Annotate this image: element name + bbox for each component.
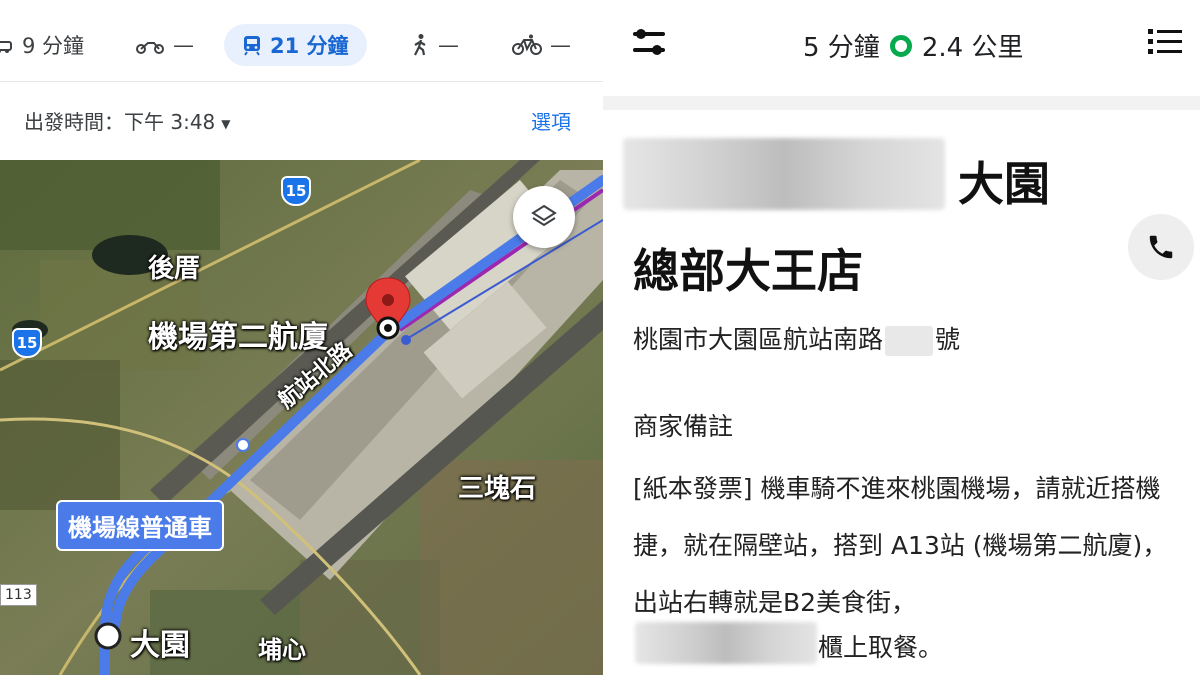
mode-walking[interactable]: — <box>410 24 459 66</box>
motorcycle-icon <box>136 42 164 54</box>
trip-duration: 5 分鐘 <box>803 33 880 63</box>
bicycle-icon <box>512 34 542 55</box>
address-prefix: 桃園市大園區航站南路 <box>633 325 884 354</box>
mode-motorcycle-time: — <box>173 33 194 57</box>
map-view[interactable]: 15 15 後厝 機場第二航廈 航站北路 三塊石 大園 埔心 機場線普通車 11… <box>0 160 603 675</box>
redacted-store-name <box>623 138 945 210</box>
shield-number: 15 <box>16 334 38 352</box>
highway-15-shield: 15 <box>281 176 311 206</box>
filter-sliders-icon[interactable] <box>631 26 667 58</box>
mode-driving-time: 9 分鐘 <box>22 34 85 58</box>
options-button[interactable]: 選項 <box>531 106 571 135</box>
shield-number: 15 <box>285 182 307 200</box>
highway-15-shield-west: 15 <box>12 328 42 358</box>
trip-stats: 5 分鐘 2.4 公里 <box>803 27 1023 64</box>
label-houcuo: 後厝 <box>148 254 201 284</box>
transit-icon <box>244 36 260 56</box>
mode-walking-time: — <box>438 33 459 57</box>
route-number-label: 113 <box>0 584 37 606</box>
delivery-panel: 5 分鐘 2.4 公里 大園 總部大王店 桃園市大園區航站南路 號 商家備註 [紙… <box>603 0 1200 675</box>
mode-transit-time: 21 分鐘 <box>270 34 349 58</box>
mode-driving[interactable]: 9 分鐘 <box>0 24 84 66</box>
satellite-terrain <box>0 160 603 675</box>
store-name-line1: 大園 <box>958 157 1050 211</box>
map-layers-button[interactable] <box>513 186 575 248</box>
chevron-down-icon: ▼ <box>221 116 231 131</box>
address-suffix: 號 <box>935 325 961 354</box>
mode-bicycle[interactable]: — <box>512 24 571 66</box>
departure-time-label: 出發時間：下午 3:48 <box>24 110 216 134</box>
merchant-note-last: 櫃上取餐。 <box>818 633 944 662</box>
walk-icon <box>414 34 426 56</box>
phone-icon <box>1149 235 1173 259</box>
list-menu-icon[interactable] <box>1148 26 1182 56</box>
label-puxin: 埔心 <box>258 636 306 664</box>
mode-transit[interactable]: 21 分鐘 <box>224 24 367 66</box>
travel-mode-bar: 9 分鐘 — 21 分鐘 — — <box>0 0 603 82</box>
status-dot-icon <box>889 34 912 57</box>
departure-time-selector[interactable]: 出發時間：下午 3:48 ▼ <box>24 106 231 135</box>
trip-distance: 2.4 公里 <box>921 33 1024 63</box>
maps-panel: 9 分鐘 — 21 分鐘 — — 出發時間：下午 3:48 ▼ 選項 15 15… <box>0 0 603 675</box>
trip-summary-bar: 5 分鐘 2.4 公里 <box>603 0 1200 96</box>
merchant-note-body: [紙本發票] 機車騎不進來桃園機場，請就近搭機捷，就在隔壁站，搭到 A13站 (… <box>633 474 1168 617</box>
divider <box>603 96 1200 110</box>
mode-motorcycle[interactable]: — <box>135 24 194 66</box>
redacted-note-text <box>635 622 817 664</box>
layers-icon <box>531 204 557 227</box>
label-terminal2[interactable]: 機場第二航廈 <box>148 312 328 356</box>
mode-bicycle-time: — <box>550 33 571 57</box>
store-name-line2: 總部大王店 <box>633 244 863 298</box>
store-address: 桃園市大園區航站南路 號 <box>633 320 960 356</box>
car-icon <box>0 41 12 53</box>
redacted-address-number <box>885 326 934 356</box>
label-dayuan[interactable]: 大園 <box>130 620 190 664</box>
transit-line-label[interactable]: 機場線普通車 <box>56 500 224 551</box>
label-sankuaishi: 三塊石 <box>458 474 537 504</box>
merchant-note-heading: 商家備註 <box>633 412 734 441</box>
call-store-button[interactable] <box>1128 214 1194 280</box>
